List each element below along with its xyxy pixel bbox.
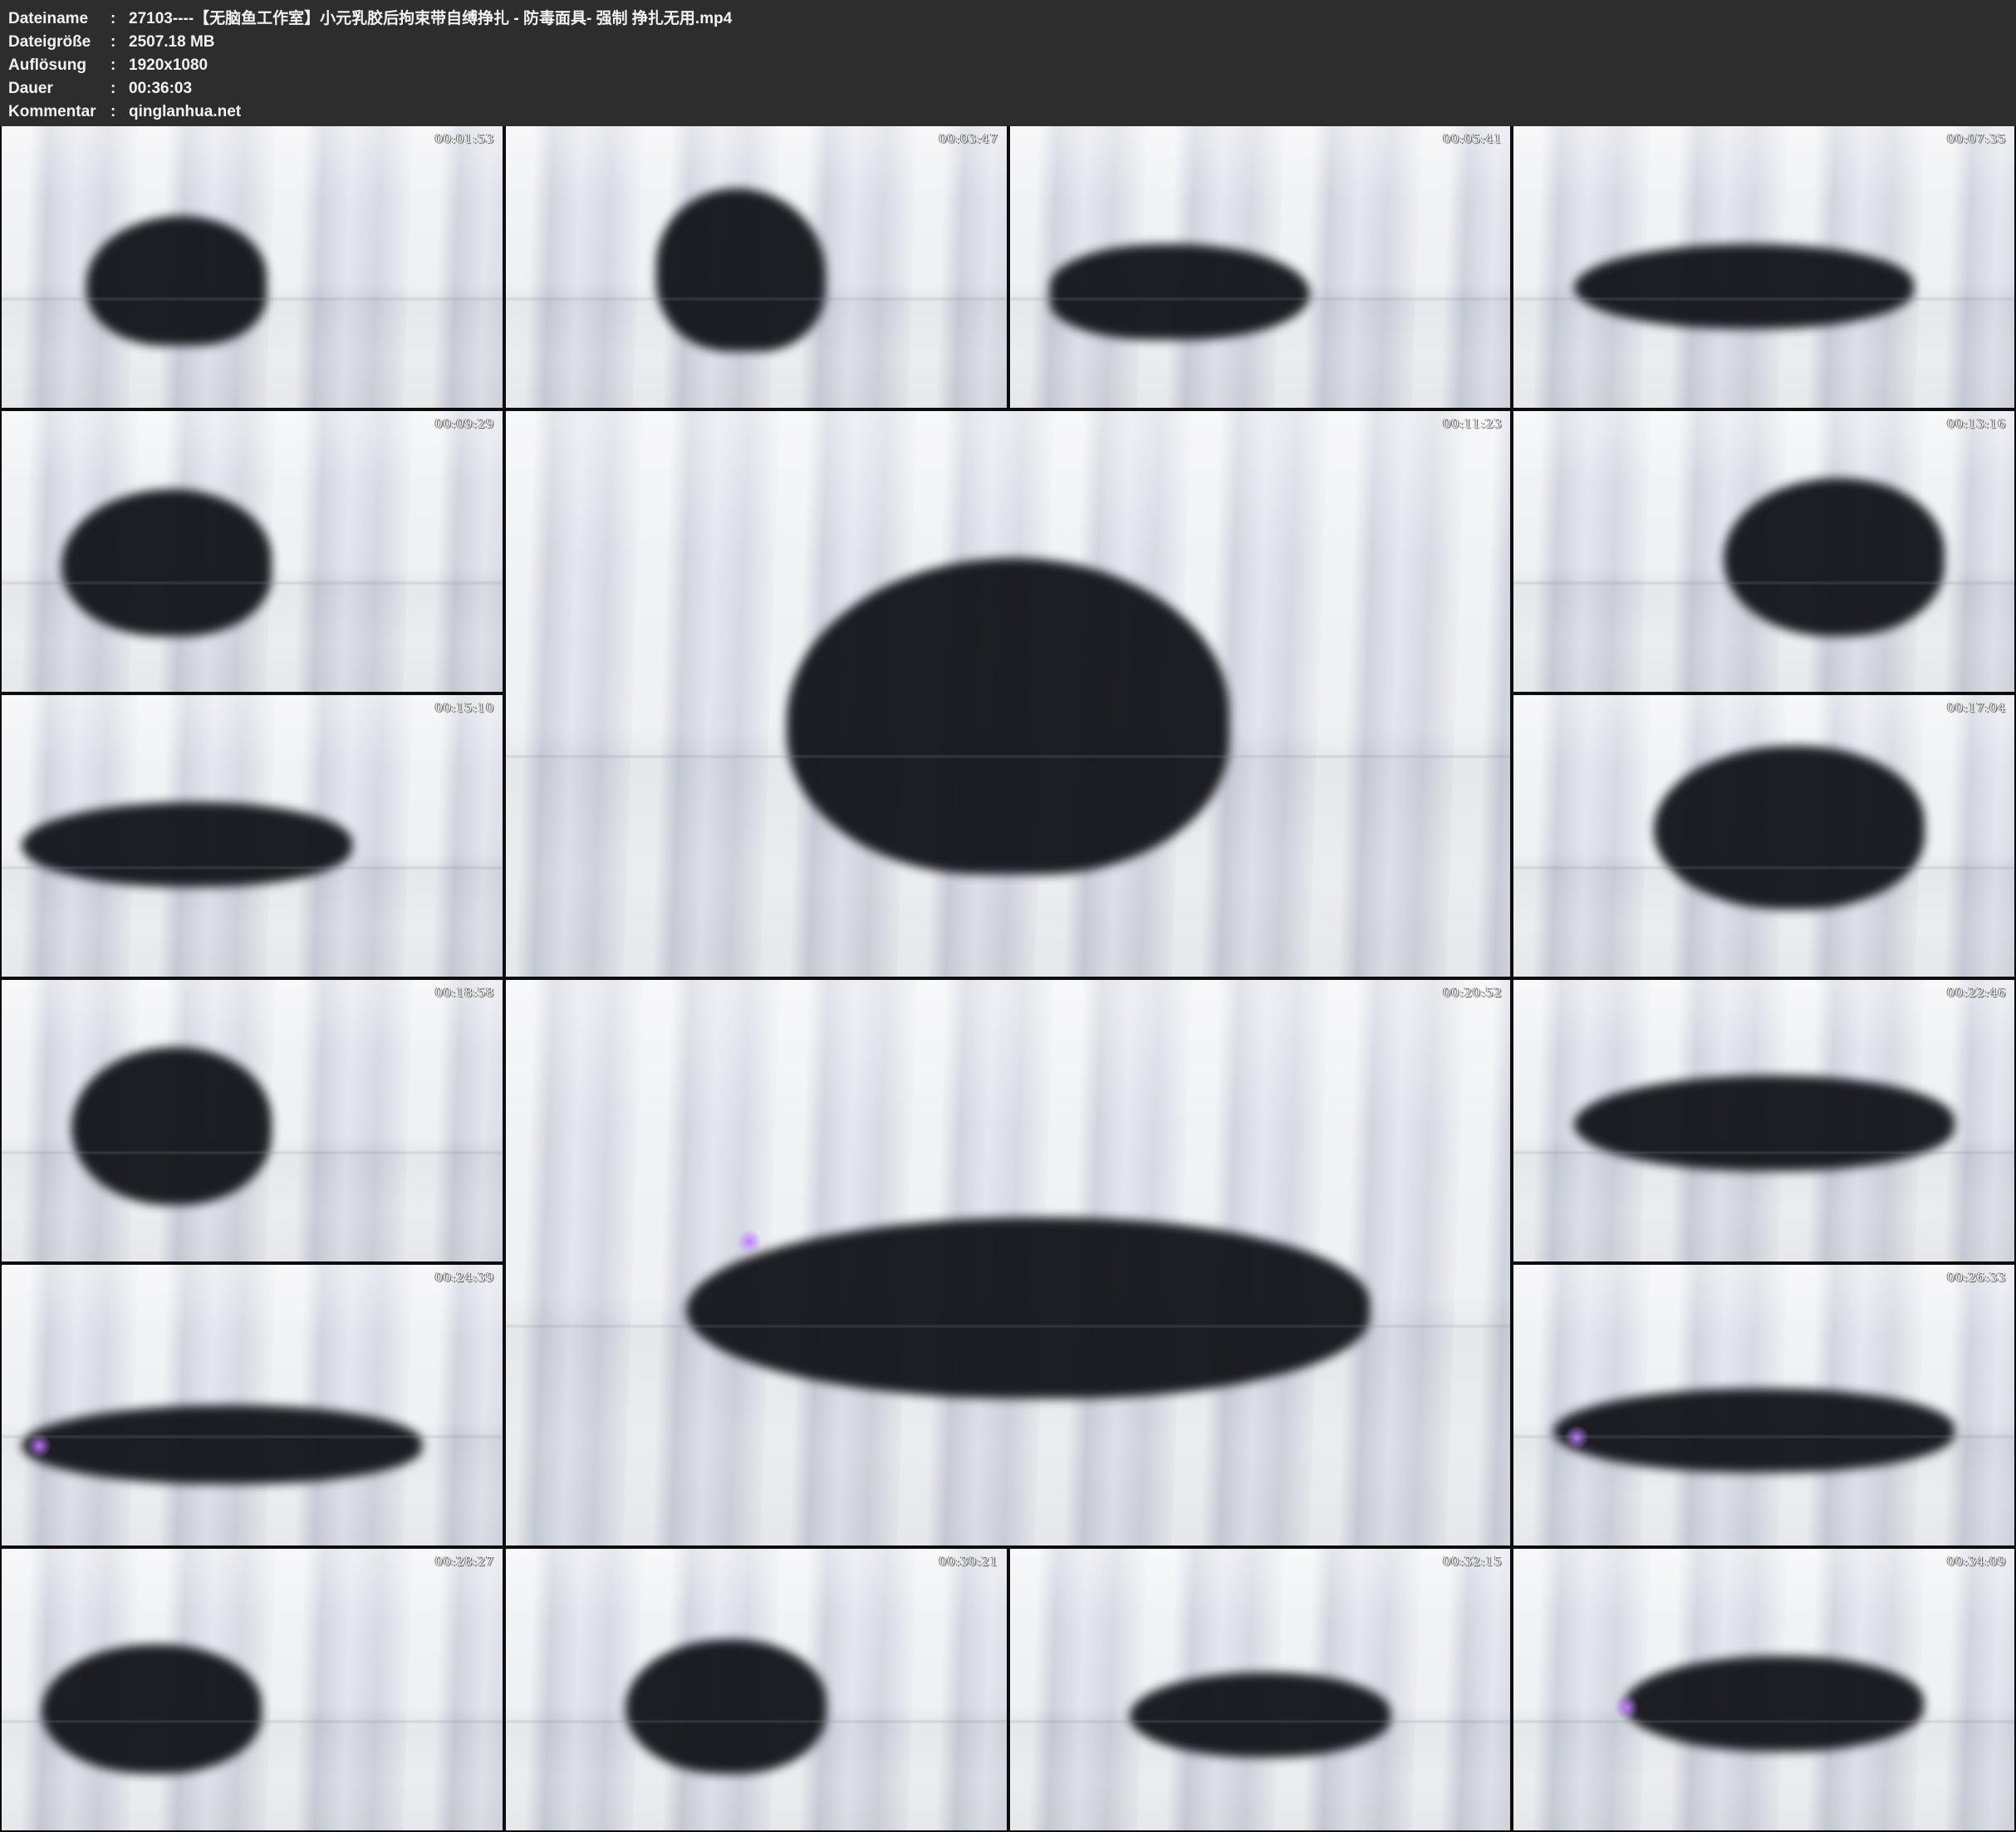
separator: :	[110, 7, 129, 31]
video-thumbnail-10: 00:18:58	[2, 980, 503, 1261]
video-contact-sheet: Dateiname : 27103----【无脑鱼工作室】小元乳胶后拘束带自缚挣…	[0, 0, 2016, 1832]
resolution-row: Auflösung : 1920x1080	[8, 54, 2016, 77]
thumbnail-image	[506, 980, 1511, 1545]
video-thumbnail-15: 00:28:27	[2, 1549, 503, 1830]
file-info-header: Dateiname : 27103----【无脑鱼工作室】小元乳胶后拘束带自缚挣…	[0, 0, 2016, 126]
figure-silhouette	[1624, 1656, 1925, 1751]
timestamp-overlay: 00:26:33	[1947, 1270, 2006, 1285]
thumbnail-image	[2, 411, 503, 693]
led-glow	[1564, 1425, 1589, 1450]
figure-silhouette	[1574, 244, 1915, 329]
timestamp-overlay: 00:07:35	[1947, 131, 2006, 146]
video-thumbnail-12: 00:22:46	[1513, 980, 2014, 1261]
file-size-row: Dateigröße : 2507.18 MB	[8, 31, 2016, 54]
timestamp-overlay: 00:22:46	[1947, 985, 2006, 1000]
figure-silhouette	[61, 489, 272, 635]
video-thumbnail-1: 00:01:53	[2, 126, 503, 408]
led-glow	[737, 1229, 762, 1254]
figure-silhouette	[42, 1644, 262, 1774]
figure-silhouette	[686, 1217, 1369, 1398]
timestamp-overlay: 00:01:53	[434, 131, 493, 146]
thumbnail-image	[506, 1549, 1007, 1830]
comment-value: qinglanhua.net	[129, 100, 2016, 124]
timestamp-overlay: 00:09:29	[434, 416, 493, 431]
figure-silhouette	[1654, 746, 1924, 909]
thumbnail-image	[2, 1549, 503, 1830]
timestamp-overlay: 00:28:27	[434, 1554, 493, 1569]
video-thumbnail-4: 00:07:35	[1513, 126, 2014, 408]
figure-silhouette	[656, 189, 827, 351]
timestamp-overlay: 00:18:58	[434, 985, 493, 1000]
separator: :	[110, 54, 129, 77]
video-thumbnail-18: 00:34:09	[1513, 1549, 2014, 1830]
video-thumbnail-2: 00:03:47	[506, 126, 1007, 408]
timestamp-overlay: 00:24:39	[434, 1270, 493, 1285]
timestamp-overlay: 00:11:23	[1443, 416, 1502, 431]
file-name-row: Dateiname : 27103----【无脑鱼工作室】小元乳胶后拘束带自缚挣…	[8, 7, 2016, 31]
figure-silhouette	[1574, 1075, 1955, 1171]
timestamp-overlay: 00:15:10	[434, 700, 493, 715]
thumbnail-image	[1010, 1549, 1511, 1830]
video-thumbnail-3: 00:05:41	[1010, 126, 1511, 408]
timestamp-overlay: 00:17:04	[1947, 700, 2006, 715]
video-thumbnail-11-large: 00:20:52	[506, 980, 1511, 1545]
led-glow	[27, 1433, 52, 1458]
figure-silhouette	[71, 1047, 272, 1205]
timestamp-overlay: 00:05:41	[1443, 131, 1502, 146]
video-thumbnail-13: 00:24:39	[2, 1265, 503, 1546]
timestamp-overlay: 00:32:15	[1443, 1554, 1502, 1569]
figure-silhouette	[22, 1405, 422, 1484]
file-name-label: Dateiname	[8, 7, 110, 31]
thumbnail-image	[1513, 1549, 2014, 1830]
thumbnail-image	[1010, 126, 1511, 408]
timestamp-overlay: 00:34:09	[1947, 1554, 2006, 1569]
thumbnail-image	[2, 126, 503, 408]
video-thumbnail-16: 00:30:21	[506, 1549, 1007, 1830]
video-thumbnail-5: 00:09:29	[2, 411, 503, 693]
duration-value: 00:36:03	[129, 77, 2016, 100]
file-size-value: 2507.18 MB	[129, 31, 2016, 54]
figure-silhouette	[787, 558, 1229, 875]
thumbnail-image	[1513, 695, 2014, 977]
resolution-label: Auflösung	[8, 54, 110, 77]
thumbnail-image	[1513, 411, 2014, 693]
video-thumbnail-6-large: 00:11:23	[506, 411, 1511, 977]
duration-label: Dauer	[8, 77, 110, 100]
timestamp-overlay: 00:13:16	[1947, 416, 2006, 431]
figure-silhouette	[625, 1639, 826, 1775]
thumbnail-image	[506, 411, 1511, 977]
timestamp-overlay: 00:20:52	[1443, 985, 1502, 1000]
duration-row: Dauer : 00:36:03	[8, 77, 2016, 100]
video-thumbnail-8: 00:15:10	[2, 695, 503, 977]
thumbnail-image	[1513, 1265, 2014, 1546]
separator: :	[110, 100, 129, 124]
resolution-value: 1920x1080	[129, 54, 2016, 77]
thumbnail-image	[1513, 126, 2014, 408]
figure-silhouette	[86, 216, 267, 345]
thumbnail-grid: 00:01:53 00:03:47 00:05:41 00:07:35	[0, 126, 2016, 1832]
video-thumbnail-9: 00:17:04	[1513, 695, 2014, 977]
figure-silhouette	[1130, 1673, 1390, 1757]
thumbnail-image	[2, 695, 503, 977]
file-size-label: Dateigröße	[8, 31, 110, 54]
video-thumbnail-7: 00:13:16	[1513, 411, 2014, 693]
figure-silhouette	[1724, 478, 1944, 636]
comment-row: Kommentar : qinglanhua.net	[8, 100, 2016, 124]
separator: :	[110, 31, 129, 54]
file-name-value: 27103----【无脑鱼工作室】小元乳胶后拘束带自缚挣扎 - 防毒面具- 强制…	[129, 7, 2016, 31]
thumbnail-image	[506, 126, 1007, 408]
video-thumbnail-17: 00:32:15	[1010, 1549, 1511, 1830]
timestamp-overlay: 00:03:47	[939, 131, 998, 146]
thumbnail-image	[2, 1265, 503, 1546]
figure-silhouette	[1553, 1389, 1954, 1473]
comment-label: Kommentar	[8, 100, 110, 124]
separator: :	[110, 77, 129, 100]
thumbnail-image	[1513, 980, 2014, 1261]
video-thumbnail-14: 00:26:33	[1513, 1265, 2014, 1546]
thumbnail-image	[2, 980, 503, 1261]
figure-silhouette	[22, 802, 352, 887]
figure-silhouette	[1050, 244, 1310, 340]
timestamp-overlay: 00:30:21	[939, 1554, 998, 1569]
